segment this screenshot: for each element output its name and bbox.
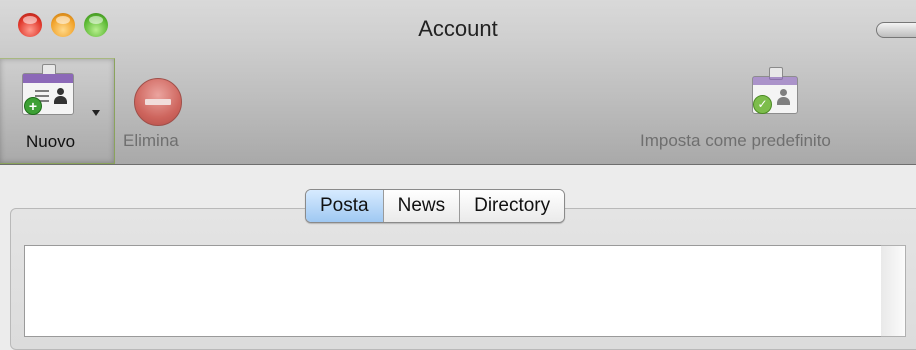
check-icon: ✓ [753, 95, 772, 114]
delete-account-label: Elimina [123, 131, 179, 150]
account-type-tabs: Posta News Directory [305, 189, 566, 223]
plus-icon: + [24, 97, 42, 115]
delete-minus-icon [134, 78, 182, 126]
content-area: Posta News Directory [0, 165, 916, 350]
tab-news[interactable]: News [383, 190, 461, 222]
accounts-list[interactable] [24, 245, 883, 337]
window-title: Account [418, 16, 498, 41]
tab-directory[interactable]: Directory [460, 190, 565, 222]
dropdown-arrow-icon[interactable] [92, 110, 100, 116]
toolbar-toggle-button[interactable] [876, 22, 916, 38]
new-account-label: Nuovo [26, 132, 76, 151]
accounts-list-scrollbar[interactable] [881, 245, 906, 337]
window-chrome: Account + Nuovo Elimina ✓ Imposta come p… [0, 0, 916, 165]
tab-posta[interactable]: Posta [306, 190, 384, 222]
set-default-label: Imposta come predefinito [640, 131, 831, 150]
